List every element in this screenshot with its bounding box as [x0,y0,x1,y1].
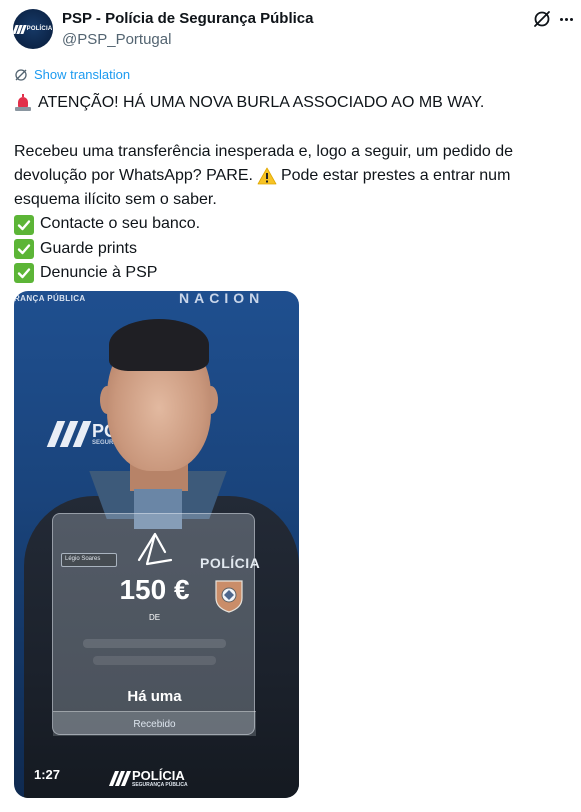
check-item-text: Guarde prints [40,239,137,257]
check-item-text: Denuncie à PSP [40,264,158,282]
blurred-sender [83,639,226,648]
more-icon[interactable] [560,18,573,21]
show-translation-link[interactable]: Show translation [14,67,130,82]
tweet-body-text: devolução por WhatsApp? PARE. [14,166,253,184]
tweet-alert-text: ATENÇÃO! HÁ UMA NOVA BURLA ASSOCIADO AO … [38,94,485,111]
check-item: Guarde prints [14,237,569,261]
author-display-name[interactable]: PSP - Polícia de Segurança Pública [62,10,313,27]
tweet-line: esquema ilícito sem o saber. [14,188,569,212]
warning-emoji-icon [257,167,277,185]
grok-icon[interactable] [532,9,552,29]
tweet-line-alert: ATENÇÃO! HÁ UMA NOVA BURLA ASSOCIADO AO … [14,91,569,115]
tweet-line: devolução por WhatsApp? PARE. Pode estar… [14,164,569,188]
translate-icon [15,68,27,81]
transfer-status: Recebido [53,711,256,736]
check-item-text: Contacte o seu banco. [40,215,201,233]
transfer-notification-card: 150 € DE Há uma Recebido [52,513,256,736]
tweet-line: Recebeu uma transferência inesperada e, … [14,140,569,164]
check-emoji-icon [14,214,34,235]
video-player[interactable]: RANÇA PÚBLICA NACION POLÍCIA SEGURANÇA P… [14,291,299,798]
send-arrow-icon [137,532,173,566]
check-emoji-icon [14,263,34,284]
tweet-text: ATENÇÃO! HÁ UMA NOVA BURLA ASSOCIADO AO … [14,91,569,285]
psp-watermark-logo: POLÍCIA SEGURANÇA PÚBLICA [108,768,188,788]
tweet-body-text: esquema ilícito sem o saber. [14,191,217,209]
wall-text-right: NACION [179,291,265,306]
watermark-logo-subtext: SEGURANÇA PÚBLICA [132,782,188,788]
wall-text-left: RANÇA PÚBLICA [14,294,86,303]
avatar[interactable]: POLÍCIA [13,9,53,49]
blurred-sender [93,656,216,665]
tweet-body-text: Recebeu uma transferência inesperada e, … [14,142,513,160]
caption-text: Há uma [127,688,182,705]
siren-emoji-icon [14,94,32,112]
show-translation-label: Show translation [34,67,131,82]
transfer-from-label: DE [148,613,161,622]
transfer-amount: 150 € [119,574,190,605]
tweet-body-text: Pode estar prestes a entrar num [280,166,511,184]
check-item: Contacte o seu banco. [14,212,569,236]
check-item: Denuncie à PSP [14,261,569,285]
psp-logo-icon: POLÍCIA [13,24,53,34]
video-duration: 1:27 [34,767,61,782]
check-emoji-icon [14,238,34,259]
watermark-logo-text: POLÍCIA [132,768,185,783]
author-handle[interactable]: @PSP_Portugal [62,31,171,48]
